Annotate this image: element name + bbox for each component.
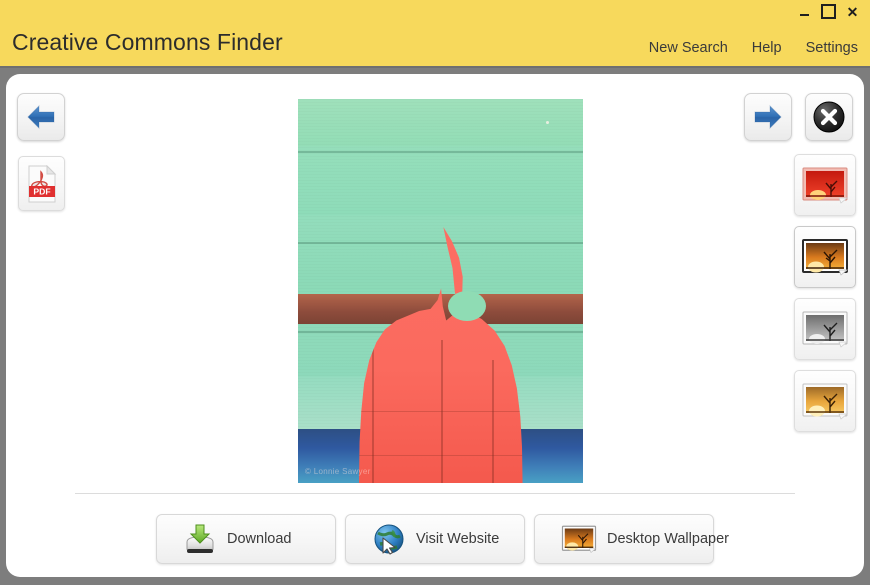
minimize-icon[interactable] xyxy=(797,4,812,19)
maximize-icon[interactable] xyxy=(821,4,836,19)
thumbnail-3[interactable] xyxy=(794,298,856,360)
image-watermark: © Lonnie Sawyer xyxy=(305,467,371,476)
download-label: Download xyxy=(227,531,292,547)
menu-help[interactable]: Help xyxy=(752,40,782,56)
page-title: Creative Commons Finder xyxy=(12,29,283,55)
divider xyxy=(75,493,795,494)
thumbnail-4[interactable] xyxy=(794,370,856,432)
displayed-image: © Lonnie Sawyer xyxy=(298,99,583,483)
content-panel: PDF © Lonnie Sawyer Download Visit Websi… xyxy=(6,74,864,577)
menu-settings[interactable]: Settings xyxy=(806,40,858,56)
thumbnail-list xyxy=(794,154,856,432)
close-circle-icon xyxy=(813,101,845,133)
app-window: ✕ Creative Commons Finder New Search Hel… xyxy=(0,0,870,585)
title-bar: ✕ Creative Commons Finder New Search Hel… xyxy=(0,0,870,68)
visit-website-label: Visit Website xyxy=(416,531,500,547)
close-viewer-button[interactable] xyxy=(805,93,853,141)
sunset-tree-icon xyxy=(802,239,849,276)
thumbnail-2[interactable] xyxy=(794,226,856,288)
nail-head xyxy=(546,121,549,124)
arrow-left-icon xyxy=(27,104,55,130)
previous-image-button[interactable] xyxy=(17,93,65,141)
thumbnail-1[interactable] xyxy=(794,154,856,216)
desktop-wallpaper-button[interactable]: Desktop Wallpaper xyxy=(534,514,729,564)
download-button[interactable]: Download xyxy=(156,514,336,564)
close-icon[interactable]: ✕ xyxy=(845,4,860,19)
globe-cursor-icon xyxy=(372,522,406,556)
image-viewer[interactable]: © Lonnie Sawyer xyxy=(298,99,583,483)
sunset-tree-icon xyxy=(802,167,849,204)
action-bar: Download Visit Website Desktop Wallpaper xyxy=(6,514,864,564)
sunset-tree-icon xyxy=(802,383,849,420)
sunset-tree-icon xyxy=(802,311,849,348)
siding-seam xyxy=(298,242,583,244)
content-area: PDF © Lonnie Sawyer Download Visit Websi… xyxy=(0,68,870,585)
pdf-file-icon: PDF xyxy=(28,164,56,202)
save-pdf-button[interactable]: PDF xyxy=(18,156,65,211)
wallpaper-image-icon xyxy=(561,523,597,555)
header-menu: New Search Help Settings xyxy=(649,40,858,56)
arrow-right-icon xyxy=(754,104,782,130)
siding-seam xyxy=(298,151,583,153)
visit-website-button[interactable]: Visit Website xyxy=(345,514,525,564)
desktop-wallpaper-label: Desktop Wallpaper xyxy=(607,531,729,547)
next-image-button[interactable] xyxy=(744,93,792,141)
coral-hole xyxy=(447,291,486,321)
svg-text:PDF: PDF xyxy=(33,186,50,196)
menu-new-search[interactable]: New Search xyxy=(649,40,728,56)
download-drive-icon xyxy=(183,522,217,556)
window-controls: ✕ xyxy=(797,4,860,19)
